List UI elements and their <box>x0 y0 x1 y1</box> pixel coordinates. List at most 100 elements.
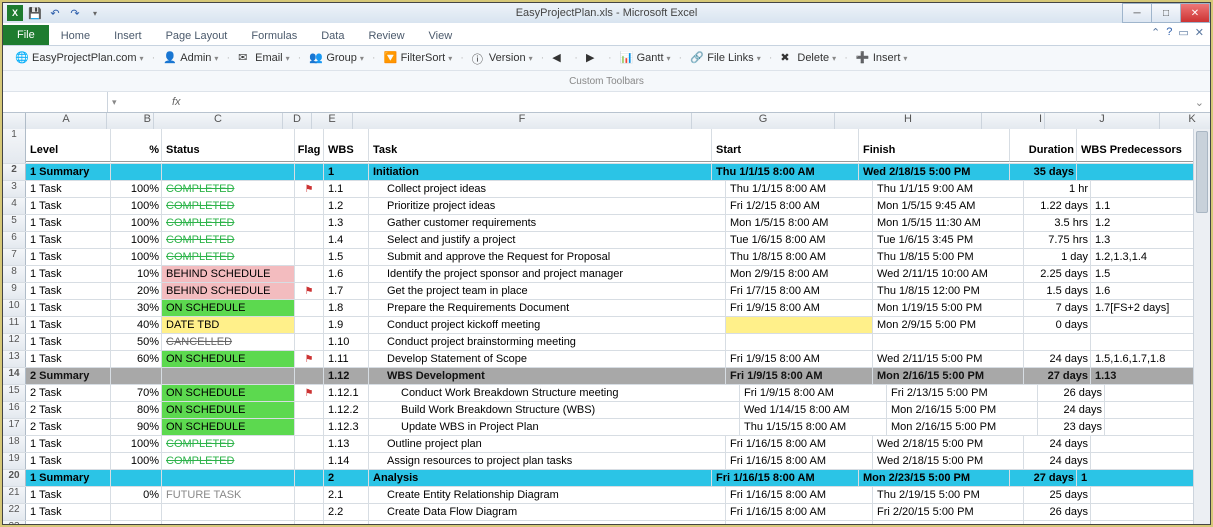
cell[interactable]: 100% <box>111 249 162 265</box>
cell[interactable]: 1.4 <box>324 232 369 248</box>
cell[interactable]: 1.10 <box>324 334 369 350</box>
cell[interactable]: Fri 1/7/15 8:00 AM <box>726 283 873 299</box>
cell[interactable]: ⚑ <box>295 283 324 299</box>
cell[interactable]: 1 Task <box>26 283 111 299</box>
cell[interactable]: 35 days <box>1010 164 1077 180</box>
cell[interactable]: Initiation <box>369 164 712 180</box>
toolbar-easyprojectplan-com[interactable]: 🌐EasyProjectPlan.com▾ <box>9 49 150 67</box>
cell[interactable]: Fri 1/16/15 8:00 AM <box>726 453 873 469</box>
cell[interactable] <box>295 266 324 282</box>
cell[interactable]: 1 Task <box>26 351 111 367</box>
cell[interactable]: ⚑ <box>295 181 324 197</box>
row-header[interactable]: 11 <box>3 317 26 333</box>
cell[interactable]: Mon 1/5/15 11:30 AM <box>873 215 1024 231</box>
cell[interactable] <box>295 487 324 503</box>
cell[interactable] <box>295 249 324 265</box>
cell[interactable]: Thu 1/1/15 8:00 AM <box>712 164 859 180</box>
cell[interactable]: 100% <box>111 198 162 214</box>
cell[interactable]: 1.12.2 <box>324 402 369 418</box>
cell[interactable]: 1.2 <box>324 198 369 214</box>
cell[interactable]: 1 Task <box>26 317 111 333</box>
cell[interactable]: 0% <box>111 487 162 503</box>
cell[interactable]: 25 days <box>1024 487 1091 503</box>
row-header[interactable]: 5 <box>3 215 26 231</box>
column-header-I[interactable]: I <box>982 113 1045 129</box>
cell[interactable]: Fri 2/20/15 5:00 PM <box>873 504 1024 520</box>
cell[interactable]: Select and justify a project <box>369 232 726 248</box>
table-row[interactable]: 31 Task100%COMPLETED⚑1.1Collect project … <box>3 181 1210 198</box>
cell[interactable]: COMPLETED <box>162 215 295 231</box>
column-header-B[interactable]: B <box>107 113 154 129</box>
cell[interactable]: Prioritize project ideas <box>369 198 726 214</box>
cell[interactable] <box>111 164 162 180</box>
cell[interactable]: COMPLETED <box>162 232 295 248</box>
row-header[interactable]: 4 <box>3 198 26 214</box>
cell[interactable]: 0% <box>111 521 162 524</box>
cell[interactable]: Wed 2/18/15 5:00 PM <box>859 164 1010 180</box>
cell[interactable] <box>295 300 324 316</box>
table-row[interactable]: 111 Task40%DATE TBD1.9Conduct project ki… <box>3 317 1210 334</box>
cell[interactable]: Analysis <box>369 470 712 486</box>
table-row[interactable]: 121 Task50%CANCELLED1.10Conduct project … <box>3 334 1210 351</box>
cell[interactable]: Create Data Flow Diagram <box>369 504 726 520</box>
row-header[interactable]: 23 <box>3 521 26 524</box>
cell[interactable]: 1.9 <box>324 317 369 333</box>
tab-file[interactable]: File <box>3 25 49 45</box>
name-box-dropdown-icon[interactable]: ▾ <box>108 97 121 108</box>
cell[interactable]: Define data dictionary <box>369 521 726 524</box>
cell[interactable]: 1.7 <box>324 283 369 299</box>
cell[interactable]: 50% <box>111 334 162 350</box>
cell[interactable]: 60% <box>111 351 162 367</box>
column-header-E[interactable]: E <box>312 113 353 129</box>
cell[interactable]: Wed 2/11/15 5:00 PM <box>873 351 1024 367</box>
cell[interactable] <box>295 521 324 524</box>
cell[interactable]: Get the project team in place <box>369 283 726 299</box>
cell[interactable]: 1 Task <box>26 436 111 452</box>
maximize-button[interactable]: □ <box>1151 3 1181 23</box>
cell[interactable]: 100% <box>111 436 162 452</box>
cell[interactable] <box>111 470 162 486</box>
cell[interactable]: 24 days <box>1024 453 1091 469</box>
row-header[interactable]: 6 <box>3 232 26 248</box>
cell[interactable] <box>111 504 162 520</box>
row-header[interactable]: 1 <box>3 129 26 163</box>
table-row[interactable]: 152 Task70%ON SCHEDULE⚑1.12.1Conduct Wor… <box>3 385 1210 402</box>
cell[interactable]: 26 days <box>1038 385 1105 401</box>
cell[interactable]: 2.2 <box>324 504 369 520</box>
table-row[interactable]: 181 Task100%COMPLETED1.13Outline project… <box>3 436 1210 453</box>
cell[interactable]: Tue 1/6/15 8:00 AM <box>726 232 873 248</box>
row-header[interactable]: 19 <box>3 453 26 469</box>
cell[interactable]: Wed 2/18/15 5:00 PM <box>873 453 1024 469</box>
cell[interactable]: Collect project ideas <box>369 181 726 197</box>
table-row[interactable]: 131 Task60%ON SCHEDULE⚑1.11Develop State… <box>3 351 1210 368</box>
cell[interactable]: Fri 1/16/15 8:00 AM <box>712 470 859 486</box>
cell[interactable]: Conduct project kickoff meeting <box>369 317 726 333</box>
cell[interactable]: Thu 1/1/15 9:00 AM <box>873 181 1024 197</box>
cell[interactable]: Fri 1/9/15 8:00 AM <box>726 300 873 316</box>
cell[interactable]: 1 Task <box>26 300 111 316</box>
cell[interactable]: 1 <box>324 164 369 180</box>
column-header-H[interactable]: H <box>835 113 982 129</box>
minimize-button[interactable]: ─ <box>1122 3 1152 23</box>
row-header[interactable]: 2 <box>3 164 26 180</box>
cell[interactable] <box>295 436 324 452</box>
header-cell-status[interactable]: Status <box>162 129 295 162</box>
column-header-J[interactable]: J <box>1045 113 1160 129</box>
row-header[interactable]: 20 <box>3 470 26 486</box>
cell[interactable]: Assign resources to project plan tasks <box>369 453 726 469</box>
table-row[interactable]: 221 Task2.2Create Data Flow DiagramFri 1… <box>3 504 1210 521</box>
spreadsheet-grid[interactable]: ABCDEFGHIJK 1Level%StatusFlagWBSTaskStar… <box>3 113 1210 524</box>
column-header-K[interactable]: K <box>1160 113 1210 129</box>
cell[interactable]: 100% <box>111 181 162 197</box>
cell[interactable]: 1.8 <box>324 300 369 316</box>
cell[interactable]: 1 Task <box>26 232 111 248</box>
cell[interactable]: 24 days <box>1024 436 1091 452</box>
cell[interactable]: 1.22 days <box>1024 198 1091 214</box>
cell[interactable]: 24 days <box>1038 402 1105 418</box>
cell[interactable]: 1 Task <box>26 521 111 524</box>
cell[interactable]: 3.5 hrs <box>1024 215 1091 231</box>
cell[interactable]: 1.6 <box>324 266 369 282</box>
cell[interactable]: COMPLETED <box>162 436 295 452</box>
cell[interactable] <box>1024 334 1091 350</box>
header-cell-wbs[interactable]: WBS <box>324 129 369 162</box>
